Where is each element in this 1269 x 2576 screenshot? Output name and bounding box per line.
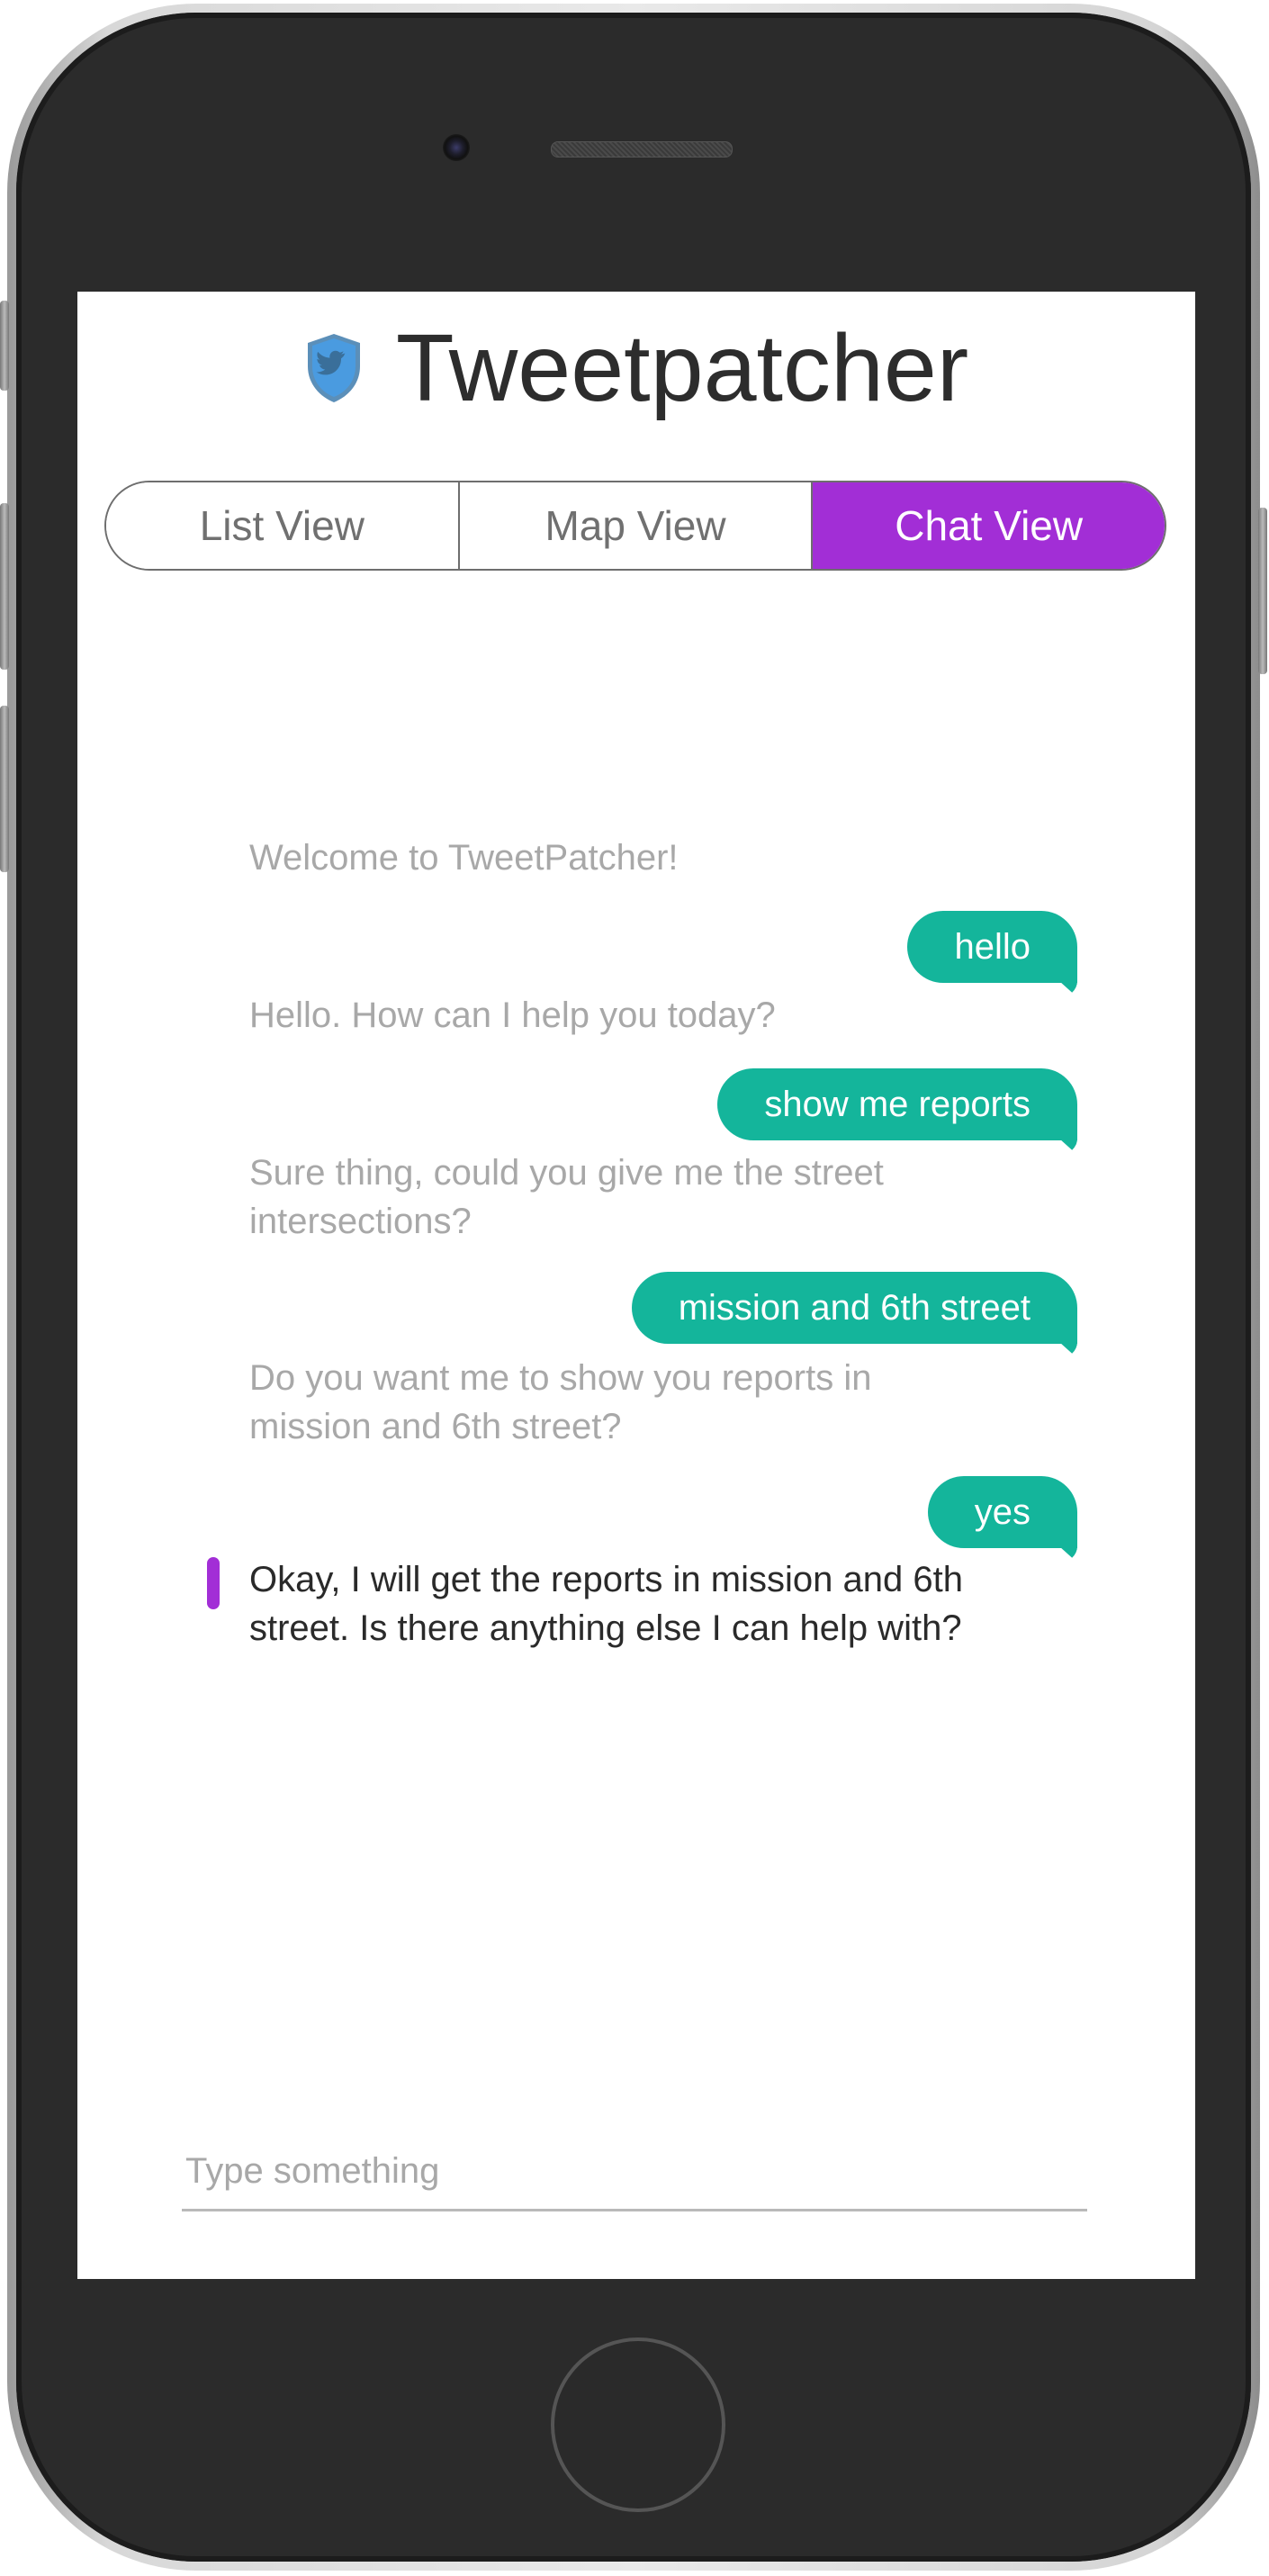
app-title: Tweetpatcher	[395, 314, 969, 421]
tab-list-view[interactable]: List View	[106, 482, 458, 569]
chat-input-container	[182, 2137, 1087, 2211]
silent-switch	[0, 301, 9, 391]
chat-input[interactable]	[182, 2137, 1087, 2205]
bot-message: Sure thing, could you give me the street…	[249, 1153, 884, 1241]
volume-down-button	[0, 706, 9, 872]
earpiece-speaker	[551, 141, 733, 158]
bot-message: Welcome to TweetPatcher!	[249, 838, 679, 878]
active-message-indicator	[207, 1557, 220, 1609]
home-button[interactable]	[551, 2337, 725, 2512]
user-message: yes	[927, 1476, 1077, 1548]
tab-chat-view[interactable]: Chat View	[811, 482, 1165, 569]
tab-map-view[interactable]: Map View	[457, 482, 812, 569]
user-message: hello	[907, 911, 1077, 983]
front-camera	[443, 134, 470, 161]
app-header: Tweetpatcher	[77, 292, 1195, 445]
user-message: show me reports	[717, 1068, 1077, 1140]
bot-message-current: Okay, I will get the reports in mission …	[249, 1560, 963, 1648]
user-message: mission and 6th street	[631, 1272, 1077, 1344]
app-screen: Tweetpatcher List View Map View Chat Vie…	[77, 292, 1195, 2279]
volume-up-button	[0, 503, 9, 670]
power-button	[1258, 508, 1267, 674]
bot-message: Hello. How can I help you today?	[249, 995, 776, 1035]
twitter-bird-shield-icon	[307, 334, 360, 402]
view-switcher: List View Map View Chat View	[104, 481, 1166, 571]
phone-frame: Tweetpatcher List View Map View Chat Vie…	[0, 4, 1267, 2571]
bot-message: Do you want me to show you reports in mi…	[249, 1358, 872, 1446]
